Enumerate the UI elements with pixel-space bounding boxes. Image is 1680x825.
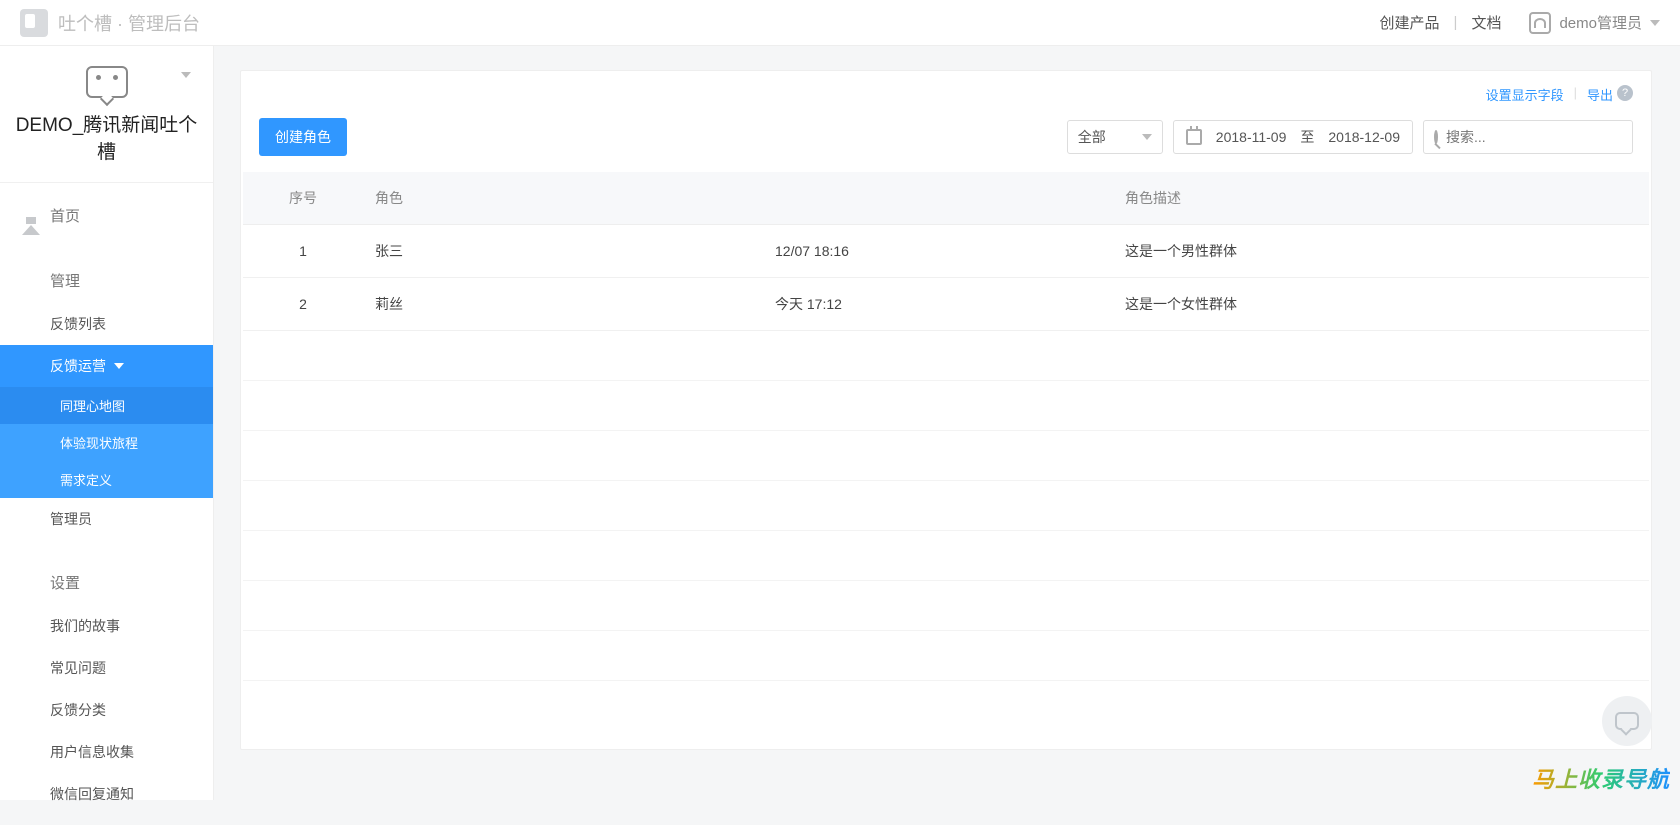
col-time-spacer <box>763 172 1113 225</box>
date-range-picker[interactable]: 2018-11-09 至 2018-12-09 <box>1173 120 1413 154</box>
nav-home[interactable]: 首页 <box>0 193 213 238</box>
username-label: demo管理员 <box>1559 12 1642 33</box>
nav-manage-label: 管理 <box>50 270 80 291</box>
nav-wechat-reply-notify[interactable]: 微信回复通知 <box>0 773 213 815</box>
nav-feedback-ops-label: 反馈运营 <box>50 356 106 376</box>
cell-role: 莉丝 <box>363 278 763 331</box>
link-create-product[interactable]: 创建产品 <box>1380 12 1440 33</box>
calendar-icon <box>1186 129 1202 145</box>
main-content: 设置显示字段 | 导出 ? 创建角色 全部 2018-11-09 至 2018-… <box>214 46 1680 800</box>
divider: | <box>1454 14 1458 31</box>
search-input[interactable] <box>1446 129 1627 145</box>
date-from: 2018-11-09 <box>1216 129 1287 145</box>
sidebar: DEMO_腾讯新闻吐个槽 首页 管理 反馈列表 反馈运营 同理心地图 体验现状旅… <box>0 46 214 800</box>
table-row-empty <box>243 381 1649 431</box>
search-box[interactable] <box>1423 120 1633 154</box>
nav-requirement-def[interactable]: 需求定义 <box>0 461 213 498</box>
chat-icon <box>1615 712 1639 730</box>
nav-our-story[interactable]: 我们的故事 <box>0 605 213 647</box>
table-row-empty <box>243 631 1649 681</box>
nav-empathy-map[interactable]: 同理心地图 <box>0 387 213 424</box>
chat-bubble-button[interactable] <box>1602 696 1652 746</box>
toolbar: 创建角色 全部 2018-11-09 至 2018-12-09 <box>241 110 1651 172</box>
brand-title: 吐个槽 · 管理后台 <box>58 10 200 36</box>
cell-time: 今天 17:12 <box>763 278 1113 331</box>
table-row[interactable]: 1 张三 12/07 18:16 这是一个男性群体 <box>243 225 1649 278</box>
chevron-down-icon <box>1650 20 1660 26</box>
table-row-empty <box>243 431 1649 481</box>
chevron-down-icon <box>181 72 191 78</box>
table-row-empty <box>243 481 1649 531</box>
link-docs[interactable]: 文档 <box>1471 12 1501 33</box>
user-menu[interactable]: demo管理员 <box>1529 12 1660 34</box>
project-icon <box>86 66 128 98</box>
project-switcher[interactable]: DEMO_腾讯新闻吐个槽 <box>0 46 213 183</box>
filter-select[interactable]: 全部 <box>1067 120 1163 154</box>
nav-admin[interactable]: 管理员 <box>0 498 213 540</box>
user-icon <box>1529 12 1551 34</box>
cell-desc: 这是一个女性群体 <box>1113 278 1649 331</box>
nav-faq[interactable]: 常见问题 <box>0 647 213 689</box>
cell-index: 2 <box>243 278 363 331</box>
date-to: 2018-12-09 <box>1328 129 1400 145</box>
table-row-empty <box>243 581 1649 631</box>
chevron-down-icon <box>1142 134 1152 140</box>
col-desc: 角色描述 <box>1113 172 1649 225</box>
col-role: 角色 <box>363 172 763 225</box>
watermark: 马上收录导航 <box>1532 762 1670 794</box>
divider: | <box>1574 85 1577 104</box>
nav-settings-label: 设置 <box>50 572 80 593</box>
cell-index: 1 <box>243 225 363 278</box>
filter-select-value: 全部 <box>1078 127 1106 147</box>
create-role-button[interactable]: 创建角色 <box>259 118 347 156</box>
nav-feedback-list[interactable]: 反馈列表 <box>0 303 213 345</box>
nav-feedback-category[interactable]: 反馈分类 <box>0 689 213 731</box>
top-header: 吐个槽 · 管理后台 创建产品 | 文档 demo管理员 <box>0 0 1680 46</box>
table-row-empty <box>243 331 1649 381</box>
nav-home-label: 首页 <box>50 205 80 226</box>
table-row[interactable]: 2 莉丝 今天 17:12 这是一个女性群体 <box>243 278 1649 331</box>
help-icon[interactable]: ? <box>1617 85 1633 101</box>
caret-down-icon <box>114 363 124 369</box>
nav-manage[interactable]: 管理 <box>0 258 213 303</box>
cell-time: 12/07 18:16 <box>763 225 1113 278</box>
cell-role: 张三 <box>363 225 763 278</box>
col-index: 序号 <box>243 172 363 225</box>
content-card: 设置显示字段 | 导出 ? 创建角色 全部 2018-11-09 至 2018-… <box>240 70 1652 750</box>
roles-table: 序号 角色 角色描述 1 张三 12/07 18:16 这是一个男性群体 2 <box>243 172 1649 681</box>
cell-desc: 这是一个男性群体 <box>1113 225 1649 278</box>
project-name: DEMO_腾讯新闻吐个槽 <box>0 110 213 164</box>
nav-experience-journey[interactable]: 体验现状旅程 <box>0 424 213 461</box>
table-row-empty <box>243 531 1649 581</box>
nav-user-info-collect[interactable]: 用户信息收集 <box>0 731 213 773</box>
link-set-display-fields[interactable]: 设置显示字段 <box>1486 85 1564 104</box>
link-export[interactable]: 导出 <box>1587 85 1613 104</box>
home-icon <box>22 208 40 235</box>
card-top-actions: 设置显示字段 | 导出 ? <box>241 71 1651 110</box>
brand: 吐个槽 · 管理后台 <box>20 9 200 37</box>
table-header-row: 序号 角色 角色描述 <box>243 172 1649 225</box>
date-to-label: 至 <box>1300 127 1314 147</box>
nav-feedback-ops[interactable]: 反馈运营 <box>0 345 213 387</box>
brand-logo-icon <box>20 9 48 37</box>
nav-settings[interactable]: 设置 <box>0 560 213 605</box>
header-right: 创建产品 | 文档 demo管理员 <box>1380 12 1660 34</box>
search-icon <box>1434 130 1438 144</box>
